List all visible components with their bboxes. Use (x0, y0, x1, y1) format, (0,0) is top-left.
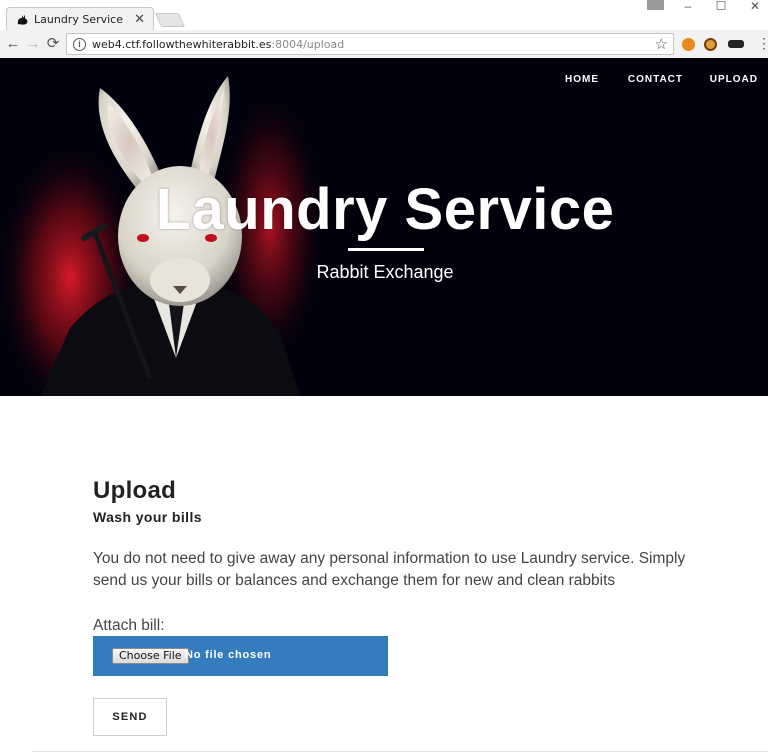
new-tab-button[interactable] (154, 13, 186, 27)
file-status-text: No file chosen (185, 649, 272, 661)
url-host: web4.ctf.followthewhiterabbit.es (92, 38, 272, 51)
cookie-extension-icon[interactable] (682, 38, 695, 51)
nav-contact-link[interactable]: CONTACT (628, 74, 683, 85)
site-subtitle: Rabbit Exchange (316, 262, 454, 282)
minimize-icon[interactable]: – (678, 0, 698, 14)
hero-banner: HOME CONTACT UPLOAD Laundry Service Rabb… (0, 58, 768, 396)
bookmark-star-icon[interactable]: ☆ (655, 35, 668, 53)
upload-description: You do not need to give away any persona… (93, 550, 686, 589)
choose-file-button[interactable]: Choose File (112, 648, 189, 664)
profile-icon[interactable] (647, 0, 664, 10)
title-divider (348, 248, 424, 251)
back-icon[interactable]: ← (4, 35, 22, 53)
forward-icon[interactable]: → (24, 35, 42, 53)
browser-toolbar: ← → ⟳ i web4.ctf.followthewhiterabbit.es… (0, 30, 768, 58)
site-title: Laundry Service (155, 177, 615, 242)
file-input-field[interactable]: Choose File No file chosen (93, 636, 388, 676)
browser-menu-icon[interactable]: ⋮ (757, 36, 768, 50)
maximize-icon[interactable]: ☐ (711, 0, 731, 14)
browser-chrome: Laundry Service ✕ – ☐ ✕ ← → ⟳ i web4.ctf… (0, 0, 768, 58)
rabbit-favicon-icon (17, 14, 28, 25)
address-bar[interactable]: i web4.ctf.followthewhiterabbit.es:8004/… (66, 33, 674, 55)
window-close-icon[interactable]: ✕ (745, 0, 765, 14)
tab-close-icon[interactable]: ✕ (134, 11, 145, 27)
nav-upload-link[interactable]: UPLOAD (710, 74, 758, 85)
url-path: :8004/upload (271, 38, 345, 51)
attach-bill-label: Attach bill: (93, 617, 165, 634)
upload-subheading: Wash your bills (93, 509, 202, 525)
reload-icon[interactable]: ⟳ (44, 35, 62, 53)
site-info-icon[interactable]: i (73, 38, 86, 51)
tab-strip: Laundry Service ✕ – ☐ ✕ (0, 0, 768, 31)
browser-tab[interactable]: Laundry Service ✕ (6, 7, 154, 31)
blocker-extension-icon[interactable] (704, 38, 717, 51)
nav-home-link[interactable]: HOME (565, 74, 599, 85)
incognito-extension-icon[interactable] (728, 40, 744, 48)
url-text[interactable]: web4.ctf.followthewhiterabbit.es:8004/up… (92, 38, 344, 51)
footer-divider (32, 751, 768, 752)
send-button[interactable]: SEND (93, 698, 167, 736)
tab-title: Laundry Service (34, 13, 123, 26)
upload-heading: Upload (93, 477, 177, 504)
